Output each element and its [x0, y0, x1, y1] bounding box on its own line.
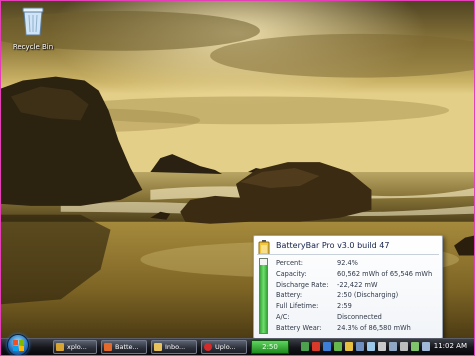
taskbar-button-label: Uplo...: [215, 343, 236, 351]
windows-logo-icon: [13, 340, 24, 351]
battery-detail-label: Capacity:: [276, 269, 307, 278]
taskbar-button-inbox[interactable]: Inbo...: [151, 340, 197, 354]
tray-volume-icon[interactable]: [400, 342, 408, 351]
battery-charge-meter: [259, 258, 268, 334]
battery-detail-label: A/C:: [276, 312, 290, 321]
tooltip-title: BatteryBar Pro v3.0 build 47: [276, 241, 390, 250]
battery-detail-value: 2:59: [337, 302, 352, 311]
batterybar-meter[interactable]: 2:50: [251, 340, 289, 354]
battery-detail-label: Percent:: [276, 259, 304, 267]
battery-detail-value: Disconnected: [337, 312, 382, 321]
recycle-bin-label: Recycle Bin: [12, 43, 54, 51]
recycle-bin-shortcut[interactable]: Recycle Bin: [10, 5, 56, 51]
tray-mail-icon[interactable]: [378, 342, 386, 351]
tray-chat-icon[interactable]: [345, 342, 353, 351]
tray-display-icon[interactable]: [422, 342, 430, 351]
battery-details-tooltip: BatteryBar Pro v3.0 build 47 Percent: 92.…: [253, 235, 443, 339]
tray-network-icon[interactable]: [389, 342, 397, 351]
battery-detail-row: A/C: Disconnected: [276, 312, 432, 323]
taskbar-button-label: Inbo...: [165, 343, 186, 351]
battery-detail-row: Full Lifetime: 2:59: [276, 301, 432, 312]
taskbar-clock[interactable]: 11:02 AM: [434, 339, 467, 354]
taskbar-button-label: Batte...: [115, 343, 139, 351]
battery-detail-row: Battery: 2:50 (Discharging): [276, 290, 432, 301]
tray-messenger-icon[interactable]: [334, 342, 342, 351]
batterybar-time-remaining: 2:50: [262, 343, 278, 351]
tray-power-icon[interactable]: [411, 342, 419, 351]
taskbar-button-batterybar[interactable]: Batte...: [101, 340, 147, 354]
battery-detail-label: Full Lifetime:: [276, 302, 319, 311]
battery-detail-row: Capacity: 60,562 mWh of 65,546 mWh: [276, 269, 432, 280]
tooltip-divider: [257, 254, 439, 255]
taskbar-button-explorer[interactable]: xplo...: [53, 340, 97, 354]
tray-update-icon[interactable]: [356, 342, 364, 351]
battery-detail-row: Battery Wear: 24.3% of 86,580 mWh: [276, 323, 432, 334]
taskbar: xplo... Batte... Inbo... Uplo... 2:50 11…: [1, 334, 474, 355]
explorer-icon: [56, 343, 64, 351]
battery-details-table: Percent: 92.4% Capacity: 60,562 mWh of 65,5…: [276, 258, 432, 334]
paint-icon: [104, 343, 112, 351]
battery-detail-label: Battery Wear:: [276, 323, 322, 332]
battery-detail-label: Battery:: [276, 291, 303, 300]
start-button[interactable]: [7, 334, 29, 355]
system-tray: [301, 341, 433, 353]
battery-detail-label: Discharge Rate:: [276, 280, 329, 289]
battery-charge-fill: [260, 264, 267, 333]
opera-icon: [204, 343, 212, 351]
battery-detail-value: 60,562 mWh of 65,546 mWh: [337, 269, 433, 278]
recycle-bin-icon: [22, 7, 44, 36]
folder-icon: [154, 343, 162, 351]
desktop: Recycle Bin BatteryBar Pro v3.0 build 47…: [0, 0, 475, 356]
battery-detail-row: Percent: 92.4%: [276, 258, 432, 269]
battery-detail-value: 92.4%: [337, 259, 358, 267]
battery-icon: [258, 240, 270, 255]
tray-shield-icon[interactable]: [323, 342, 331, 351]
tray-sync-icon[interactable]: [367, 342, 375, 351]
battery-detail-value: -22,422 mW: [337, 280, 378, 289]
taskbar-button-label: xplo...: [67, 343, 87, 351]
battery-detail-value: 2:50 (Discharging): [337, 291, 399, 300]
tray-flag-icon[interactable]: [312, 342, 320, 351]
battery-detail-value: 24.3% of 86,580 mWh: [337, 323, 411, 332]
tray-app-icon[interactable]: [301, 342, 309, 351]
battery-detail-row: Discharge Rate: -22,422 mW: [276, 280, 432, 291]
taskbar-button-upload[interactable]: Uplo...: [201, 340, 247, 354]
